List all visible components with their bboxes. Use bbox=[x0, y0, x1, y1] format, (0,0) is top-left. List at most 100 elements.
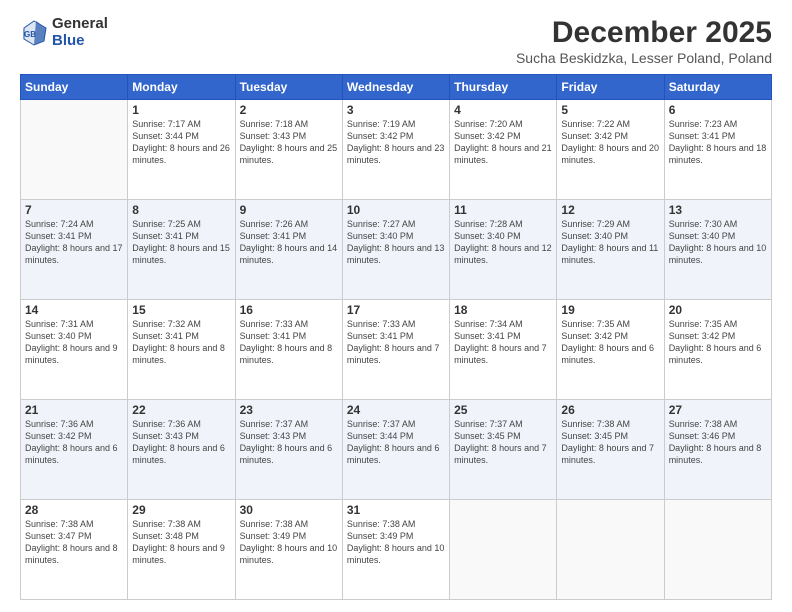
month-title: December 2025 bbox=[516, 16, 772, 50]
day-info: Sunrise: 7:17 AMSunset: 3:44 PMDaylight:… bbox=[132, 118, 230, 167]
calendar-cell bbox=[664, 500, 771, 600]
weekday-header-row: SundayMondayTuesdayWednesdayThursdayFrid… bbox=[21, 75, 772, 100]
calendar-cell: 18Sunrise: 7:34 AMSunset: 3:41 PMDayligh… bbox=[450, 300, 557, 400]
week-row-0: 1Sunrise: 7:17 AMSunset: 3:44 PMDaylight… bbox=[21, 100, 772, 200]
calendar-cell: 28Sunrise: 7:38 AMSunset: 3:47 PMDayligh… bbox=[21, 500, 128, 600]
calendar-cell bbox=[450, 500, 557, 600]
day-info: Sunrise: 7:38 AMSunset: 3:49 PMDaylight:… bbox=[347, 518, 445, 567]
logo-text: General Blue bbox=[52, 16, 108, 49]
calendar-cell: 20Sunrise: 7:35 AMSunset: 3:42 PMDayligh… bbox=[664, 300, 771, 400]
day-number: 21 bbox=[25, 403, 123, 417]
day-info: Sunrise: 7:33 AMSunset: 3:41 PMDaylight:… bbox=[347, 318, 445, 367]
logo-blue: Blue bbox=[52, 33, 108, 50]
calendar-cell: 4Sunrise: 7:20 AMSunset: 3:42 PMDaylight… bbox=[450, 100, 557, 200]
day-number: 19 bbox=[561, 303, 659, 317]
weekday-header-tuesday: Tuesday bbox=[235, 75, 342, 100]
day-info: Sunrise: 7:38 AMSunset: 3:49 PMDaylight:… bbox=[240, 518, 338, 567]
day-number: 5 bbox=[561, 103, 659, 117]
calendar-cell: 15Sunrise: 7:32 AMSunset: 3:41 PMDayligh… bbox=[128, 300, 235, 400]
day-info: Sunrise: 7:38 AMSunset: 3:48 PMDaylight:… bbox=[132, 518, 230, 567]
calendar-cell: 19Sunrise: 7:35 AMSunset: 3:42 PMDayligh… bbox=[557, 300, 664, 400]
week-row-1: 7Sunrise: 7:24 AMSunset: 3:41 PMDaylight… bbox=[21, 200, 772, 300]
day-info: Sunrise: 7:18 AMSunset: 3:43 PMDaylight:… bbox=[240, 118, 338, 167]
day-info: Sunrise: 7:22 AMSunset: 3:42 PMDaylight:… bbox=[561, 118, 659, 167]
day-info: Sunrise: 7:19 AMSunset: 3:42 PMDaylight:… bbox=[347, 118, 445, 167]
day-info: Sunrise: 7:37 AMSunset: 3:44 PMDaylight:… bbox=[347, 418, 445, 467]
weekday-header-friday: Friday bbox=[557, 75, 664, 100]
day-number: 7 bbox=[25, 203, 123, 217]
week-row-3: 21Sunrise: 7:36 AMSunset: 3:42 PMDayligh… bbox=[21, 400, 772, 500]
svg-text:GB: GB bbox=[24, 30, 36, 39]
calendar-cell: 9Sunrise: 7:26 AMSunset: 3:41 PMDaylight… bbox=[235, 200, 342, 300]
calendar-cell: 14Sunrise: 7:31 AMSunset: 3:40 PMDayligh… bbox=[21, 300, 128, 400]
day-number: 13 bbox=[669, 203, 767, 217]
day-info: Sunrise: 7:37 AMSunset: 3:45 PMDaylight:… bbox=[454, 418, 552, 467]
day-number: 15 bbox=[132, 303, 230, 317]
day-number: 2 bbox=[240, 103, 338, 117]
day-number: 16 bbox=[240, 303, 338, 317]
day-number: 10 bbox=[347, 203, 445, 217]
day-number: 27 bbox=[669, 403, 767, 417]
day-number: 17 bbox=[347, 303, 445, 317]
day-info: Sunrise: 7:23 AMSunset: 3:41 PMDaylight:… bbox=[669, 118, 767, 167]
calendar-cell: 22Sunrise: 7:36 AMSunset: 3:43 PMDayligh… bbox=[128, 400, 235, 500]
day-number: 23 bbox=[240, 403, 338, 417]
calendar-table: SundayMondayTuesdayWednesdayThursdayFrid… bbox=[20, 74, 772, 600]
day-number: 31 bbox=[347, 503, 445, 517]
day-info: Sunrise: 7:33 AMSunset: 3:41 PMDaylight:… bbox=[240, 318, 338, 367]
calendar-cell: 12Sunrise: 7:29 AMSunset: 3:40 PMDayligh… bbox=[557, 200, 664, 300]
calendar-cell: 25Sunrise: 7:37 AMSunset: 3:45 PMDayligh… bbox=[450, 400, 557, 500]
day-info: Sunrise: 7:25 AMSunset: 3:41 PMDaylight:… bbox=[132, 218, 230, 267]
day-info: Sunrise: 7:36 AMSunset: 3:43 PMDaylight:… bbox=[132, 418, 230, 467]
day-info: Sunrise: 7:20 AMSunset: 3:42 PMDaylight:… bbox=[454, 118, 552, 167]
day-number: 25 bbox=[454, 403, 552, 417]
day-info: Sunrise: 7:27 AMSunset: 3:40 PMDaylight:… bbox=[347, 218, 445, 267]
day-info: Sunrise: 7:37 AMSunset: 3:43 PMDaylight:… bbox=[240, 418, 338, 467]
page: GB General Blue December 2025 Sucha Besk… bbox=[0, 0, 792, 612]
day-info: Sunrise: 7:35 AMSunset: 3:42 PMDaylight:… bbox=[561, 318, 659, 367]
calendar-cell: 23Sunrise: 7:37 AMSunset: 3:43 PMDayligh… bbox=[235, 400, 342, 500]
week-row-2: 14Sunrise: 7:31 AMSunset: 3:40 PMDayligh… bbox=[21, 300, 772, 400]
day-info: Sunrise: 7:26 AMSunset: 3:41 PMDaylight:… bbox=[240, 218, 338, 267]
day-number: 1 bbox=[132, 103, 230, 117]
day-number: 20 bbox=[669, 303, 767, 317]
weekday-header-sunday: Sunday bbox=[21, 75, 128, 100]
day-info: Sunrise: 7:38 AMSunset: 3:46 PMDaylight:… bbox=[669, 418, 767, 467]
calendar-cell: 3Sunrise: 7:19 AMSunset: 3:42 PMDaylight… bbox=[342, 100, 449, 200]
calendar-cell: 8Sunrise: 7:25 AMSunset: 3:41 PMDaylight… bbox=[128, 200, 235, 300]
day-info: Sunrise: 7:30 AMSunset: 3:40 PMDaylight:… bbox=[669, 218, 767, 267]
calendar-cell: 16Sunrise: 7:33 AMSunset: 3:41 PMDayligh… bbox=[235, 300, 342, 400]
day-info: Sunrise: 7:36 AMSunset: 3:42 PMDaylight:… bbox=[25, 418, 123, 467]
day-info: Sunrise: 7:32 AMSunset: 3:41 PMDaylight:… bbox=[132, 318, 230, 367]
calendar-cell: 1Sunrise: 7:17 AMSunset: 3:44 PMDaylight… bbox=[128, 100, 235, 200]
weekday-header-thursday: Thursday bbox=[450, 75, 557, 100]
day-number: 18 bbox=[454, 303, 552, 317]
day-number: 4 bbox=[454, 103, 552, 117]
calendar-cell: 11Sunrise: 7:28 AMSunset: 3:40 PMDayligh… bbox=[450, 200, 557, 300]
day-info: Sunrise: 7:28 AMSunset: 3:40 PMDaylight:… bbox=[454, 218, 552, 267]
week-row-4: 28Sunrise: 7:38 AMSunset: 3:47 PMDayligh… bbox=[21, 500, 772, 600]
day-number: 24 bbox=[347, 403, 445, 417]
day-number: 22 bbox=[132, 403, 230, 417]
day-info: Sunrise: 7:31 AMSunset: 3:40 PMDaylight:… bbox=[25, 318, 123, 367]
title-block: December 2025 Sucha Beskidzka, Lesser Po… bbox=[516, 16, 772, 66]
day-info: Sunrise: 7:38 AMSunset: 3:47 PMDaylight:… bbox=[25, 518, 123, 567]
weekday-header-saturday: Saturday bbox=[664, 75, 771, 100]
day-info: Sunrise: 7:35 AMSunset: 3:42 PMDaylight:… bbox=[669, 318, 767, 367]
calendar-cell bbox=[21, 100, 128, 200]
calendar-cell: 31Sunrise: 7:38 AMSunset: 3:49 PMDayligh… bbox=[342, 500, 449, 600]
calendar-cell bbox=[557, 500, 664, 600]
day-number: 14 bbox=[25, 303, 123, 317]
day-number: 11 bbox=[454, 203, 552, 217]
calendar-cell: 2Sunrise: 7:18 AMSunset: 3:43 PMDaylight… bbox=[235, 100, 342, 200]
day-number: 9 bbox=[240, 203, 338, 217]
weekday-header-wednesday: Wednesday bbox=[342, 75, 449, 100]
logo: GB General Blue bbox=[20, 16, 108, 49]
day-number: 28 bbox=[25, 503, 123, 517]
day-info: Sunrise: 7:38 AMSunset: 3:45 PMDaylight:… bbox=[561, 418, 659, 467]
day-number: 29 bbox=[132, 503, 230, 517]
weekday-header-monday: Monday bbox=[128, 75, 235, 100]
location: Sucha Beskidzka, Lesser Poland, Poland bbox=[516, 50, 772, 66]
calendar-cell: 21Sunrise: 7:36 AMSunset: 3:42 PMDayligh… bbox=[21, 400, 128, 500]
calendar-cell: 5Sunrise: 7:22 AMSunset: 3:42 PMDaylight… bbox=[557, 100, 664, 200]
